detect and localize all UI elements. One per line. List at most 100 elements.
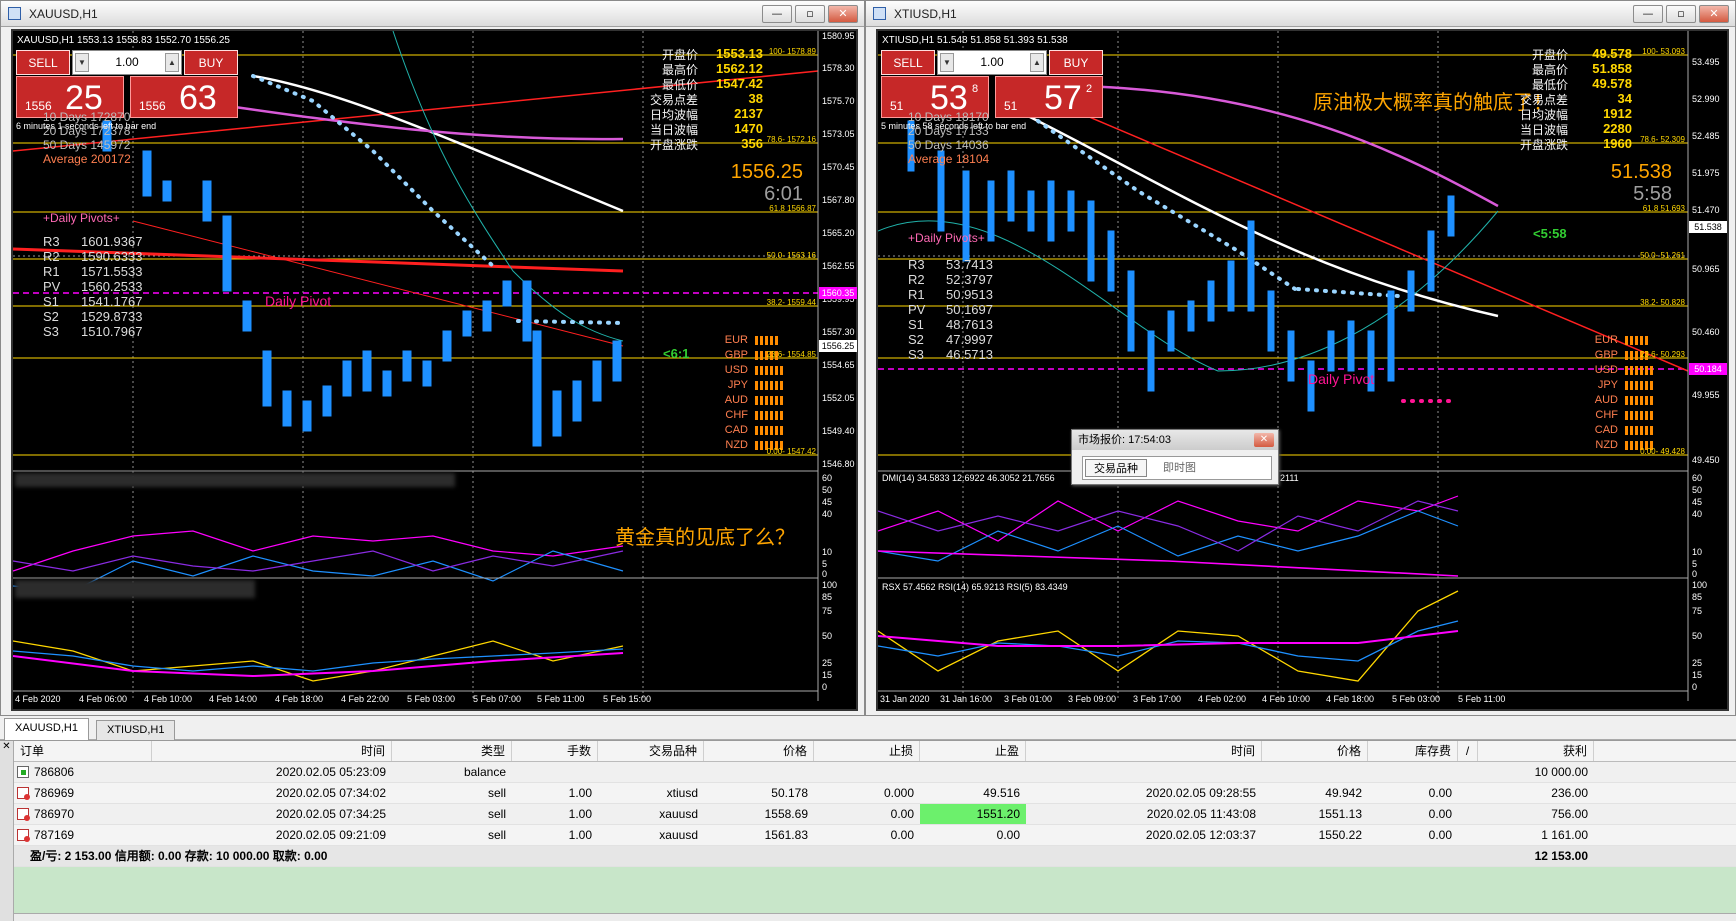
pivot-row: R2 1590.6333 bbox=[43, 249, 143, 264]
terminal-side-handle[interactable]: ✕ bbox=[0, 741, 14, 921]
pivot-row: R2 52.3797 bbox=[908, 272, 993, 287]
price-chart[interactable]: XAUUSD,H1 1553.13 1558.83 1552.70 1556.2… bbox=[11, 29, 858, 711]
lot-up-arrow-icon[interactable]: ▲ bbox=[165, 53, 179, 72]
lot-size-input[interactable]: ▼ 1.00 ▲ bbox=[937, 50, 1047, 75]
rsi-lines bbox=[13, 640, 624, 682]
dmi-level: 40 bbox=[1692, 509, 1703, 519]
tab-tick-chart[interactable]: 即时图 bbox=[1155, 459, 1204, 477]
sell-button[interactable]: SELL bbox=[881, 50, 935, 75]
close-time: 2020.02.05 09:28:55 bbox=[1145, 786, 1256, 800]
rsi-level: 15 bbox=[1692, 670, 1703, 680]
col-symbol[interactable]: 交易品种 bbox=[598, 741, 704, 761]
ma-row: 10 Days 18170 bbox=[908, 110, 989, 124]
maximize-button[interactable]: ▫ bbox=[1666, 5, 1696, 23]
col-order[interactable]: 订单 bbox=[14, 741, 152, 761]
pivot-row: R1 50.9513 bbox=[908, 287, 993, 302]
rsi-level: 75 bbox=[1692, 606, 1703, 616]
col-type[interactable]: 类型 bbox=[392, 741, 512, 761]
col-sl[interactable]: 止损 bbox=[814, 741, 920, 761]
lots: 1.00 bbox=[568, 807, 592, 821]
col-close-price[interactable]: 价格 bbox=[1262, 741, 1368, 761]
open-time: 2020.02.05 09:21:09 bbox=[275, 828, 386, 842]
bid-pip-digit: 8 bbox=[972, 83, 979, 95]
currency-label: JPY bbox=[1597, 379, 1618, 391]
bar-countdown: 6:01 bbox=[764, 183, 803, 205]
buy-button[interactable]: BUY bbox=[184, 50, 238, 75]
market-watch-popup[interactable]: 市场报价: 17:54:03 ✕ 交易品种 即时图 bbox=[1071, 429, 1279, 485]
window-title: XAUUSD,H1 bbox=[29, 7, 98, 21]
chart-tab-xtiusd[interactable]: XTIUSD,H1 bbox=[96, 720, 176, 740]
rsi-level: 85 bbox=[822, 592, 833, 602]
sell-button[interactable]: SELL bbox=[16, 50, 70, 75]
fib-label: 78.6- 1572.16 bbox=[766, 135, 816, 144]
table-row[interactable]: 787169 2020.02.05 09:21:09 sell 1.00 xau… bbox=[14, 825, 1736, 846]
time-axis-label: 4 Feb 06:00 bbox=[79, 694, 128, 704]
chart-window-xauusd[interactable]: XAUUSD,H1 — ▫ ✕ XAUUSD,H1 1553.13 1558.8… bbox=[0, 0, 865, 716]
col-close-time[interactable]: 时间 bbox=[1026, 741, 1262, 761]
currency-label: EUR bbox=[1594, 334, 1618, 346]
lot-down-arrow-icon[interactable]: ▼ bbox=[75, 53, 89, 72]
col-time[interactable]: 时间 bbox=[152, 741, 392, 761]
minimize-button[interactable]: — bbox=[762, 5, 792, 23]
chart-tab-xauusd[interactable]: XAUUSD,H1 bbox=[4, 718, 89, 740]
lot-down-arrow-icon[interactable]: ▼ bbox=[940, 53, 954, 72]
profit: 10 000.00 bbox=[1534, 765, 1588, 779]
pivot-row: S1 1541.1767 bbox=[43, 294, 143, 309]
table-row[interactable]: 786806 2020.02.05 05:23:09 balance 10 00… bbox=[14, 762, 1736, 783]
close-button[interactable]: ✕ bbox=[828, 5, 858, 23]
buy-button[interactable]: BUY bbox=[1049, 50, 1103, 75]
time-axis-label: 5 Feb 11:00 bbox=[1458, 694, 1506, 704]
rsi-level: 25 bbox=[1692, 658, 1703, 668]
col-price[interactable]: 价格 bbox=[704, 741, 814, 761]
ma-magenta bbox=[192, 99, 624, 141]
info-value: 34 bbox=[1617, 91, 1632, 106]
ask-price-box[interactable]: 51 57 2 bbox=[995, 76, 1103, 118]
rsi-level: 50 bbox=[822, 631, 833, 641]
price-chart[interactable]: XTIUSD,H1 51.548 51.858 51.393 51.538 SE… bbox=[876, 29, 1729, 711]
rsi-level: 25 bbox=[822, 658, 833, 668]
strength-bars bbox=[1625, 396, 1653, 405]
strength-bars bbox=[1625, 366, 1653, 375]
pivot-row: S2 1529.8733 bbox=[43, 309, 143, 324]
time-axis-label: 31 Jan 16:00 bbox=[940, 694, 993, 704]
current-price-tag: 1556.25 bbox=[819, 340, 857, 352]
ask-pip-digit: 2 bbox=[1086, 83, 1093, 95]
lot-size-input[interactable]: ▼ 1.00 ▲ bbox=[72, 50, 182, 75]
fib-label: 61.8 51.693 bbox=[1642, 204, 1685, 213]
daily-pivot-label: Daily Pivot bbox=[265, 293, 332, 309]
maximize-button[interactable]: ▫ bbox=[795, 5, 825, 23]
minimize-button[interactable]: — bbox=[1633, 5, 1663, 23]
popup-title[interactable]: 市场报价: 17:54:03 bbox=[1072, 430, 1278, 450]
table-row[interactable]: 786969 2020.02.05 07:34:02 sell 1.00 xti… bbox=[14, 783, 1736, 804]
price-axis-label: 49.955 bbox=[1692, 390, 1720, 400]
table-row[interactable]: 786970 2020.02.05 07:34:25 sell 1.00 xau… bbox=[14, 804, 1736, 825]
popup-close-icon[interactable]: ✕ bbox=[1254, 433, 1274, 447]
window-titlebar[interactable]: XTIUSD,H1 — ▫ ✕ bbox=[866, 1, 1735, 27]
currency-label: GBP bbox=[1594, 349, 1618, 361]
terminal-empty-area bbox=[14, 867, 1736, 913]
price-axis-label: 53.495 bbox=[1692, 57, 1720, 67]
tab-symbols[interactable]: 交易品种 bbox=[1085, 459, 1147, 477]
terminal-tab-strip[interactable] bbox=[14, 913, 1736, 921]
redacted-indicator-label bbox=[15, 580, 255, 598]
order-type: balance bbox=[463, 765, 506, 779]
lot-up-arrow-icon[interactable]: ▲ bbox=[1030, 53, 1044, 72]
stop-loss: 0.00 bbox=[890, 807, 914, 821]
col-divider[interactable]: / bbox=[1458, 741, 1478, 761]
col-swap[interactable]: 库存费 bbox=[1368, 741, 1458, 761]
currency-label: AUD bbox=[724, 394, 748, 406]
dmi-level: 0 bbox=[1692, 569, 1698, 579]
lots: 1.00 bbox=[568, 786, 592, 800]
ask-price-box[interactable]: 1556 63 bbox=[130, 76, 238, 118]
col-tp[interactable]: 止盈 bbox=[920, 741, 1026, 761]
close-button[interactable]: ✕ bbox=[1699, 5, 1729, 23]
price-axis-label: 1565.20 bbox=[822, 228, 855, 238]
col-profit[interactable]: 获利 bbox=[1478, 741, 1594, 761]
popup-tab-strip: 交易品种 即时图 bbox=[1082, 456, 1272, 480]
window-titlebar[interactable]: XAUUSD,H1 — ▫ ✕ bbox=[1, 1, 864, 27]
open-time: 2020.02.05 05:23:09 bbox=[275, 765, 386, 779]
col-lots[interactable]: 手数 bbox=[512, 741, 598, 761]
price-axis-label: 49.450 bbox=[1692, 455, 1720, 465]
chart-window-xtiusd[interactable]: XTIUSD,H1 — ▫ ✕ XTIUSD,H1 51.548 51.858 … bbox=[865, 0, 1736, 716]
close-price: 49.942 bbox=[1325, 786, 1362, 800]
